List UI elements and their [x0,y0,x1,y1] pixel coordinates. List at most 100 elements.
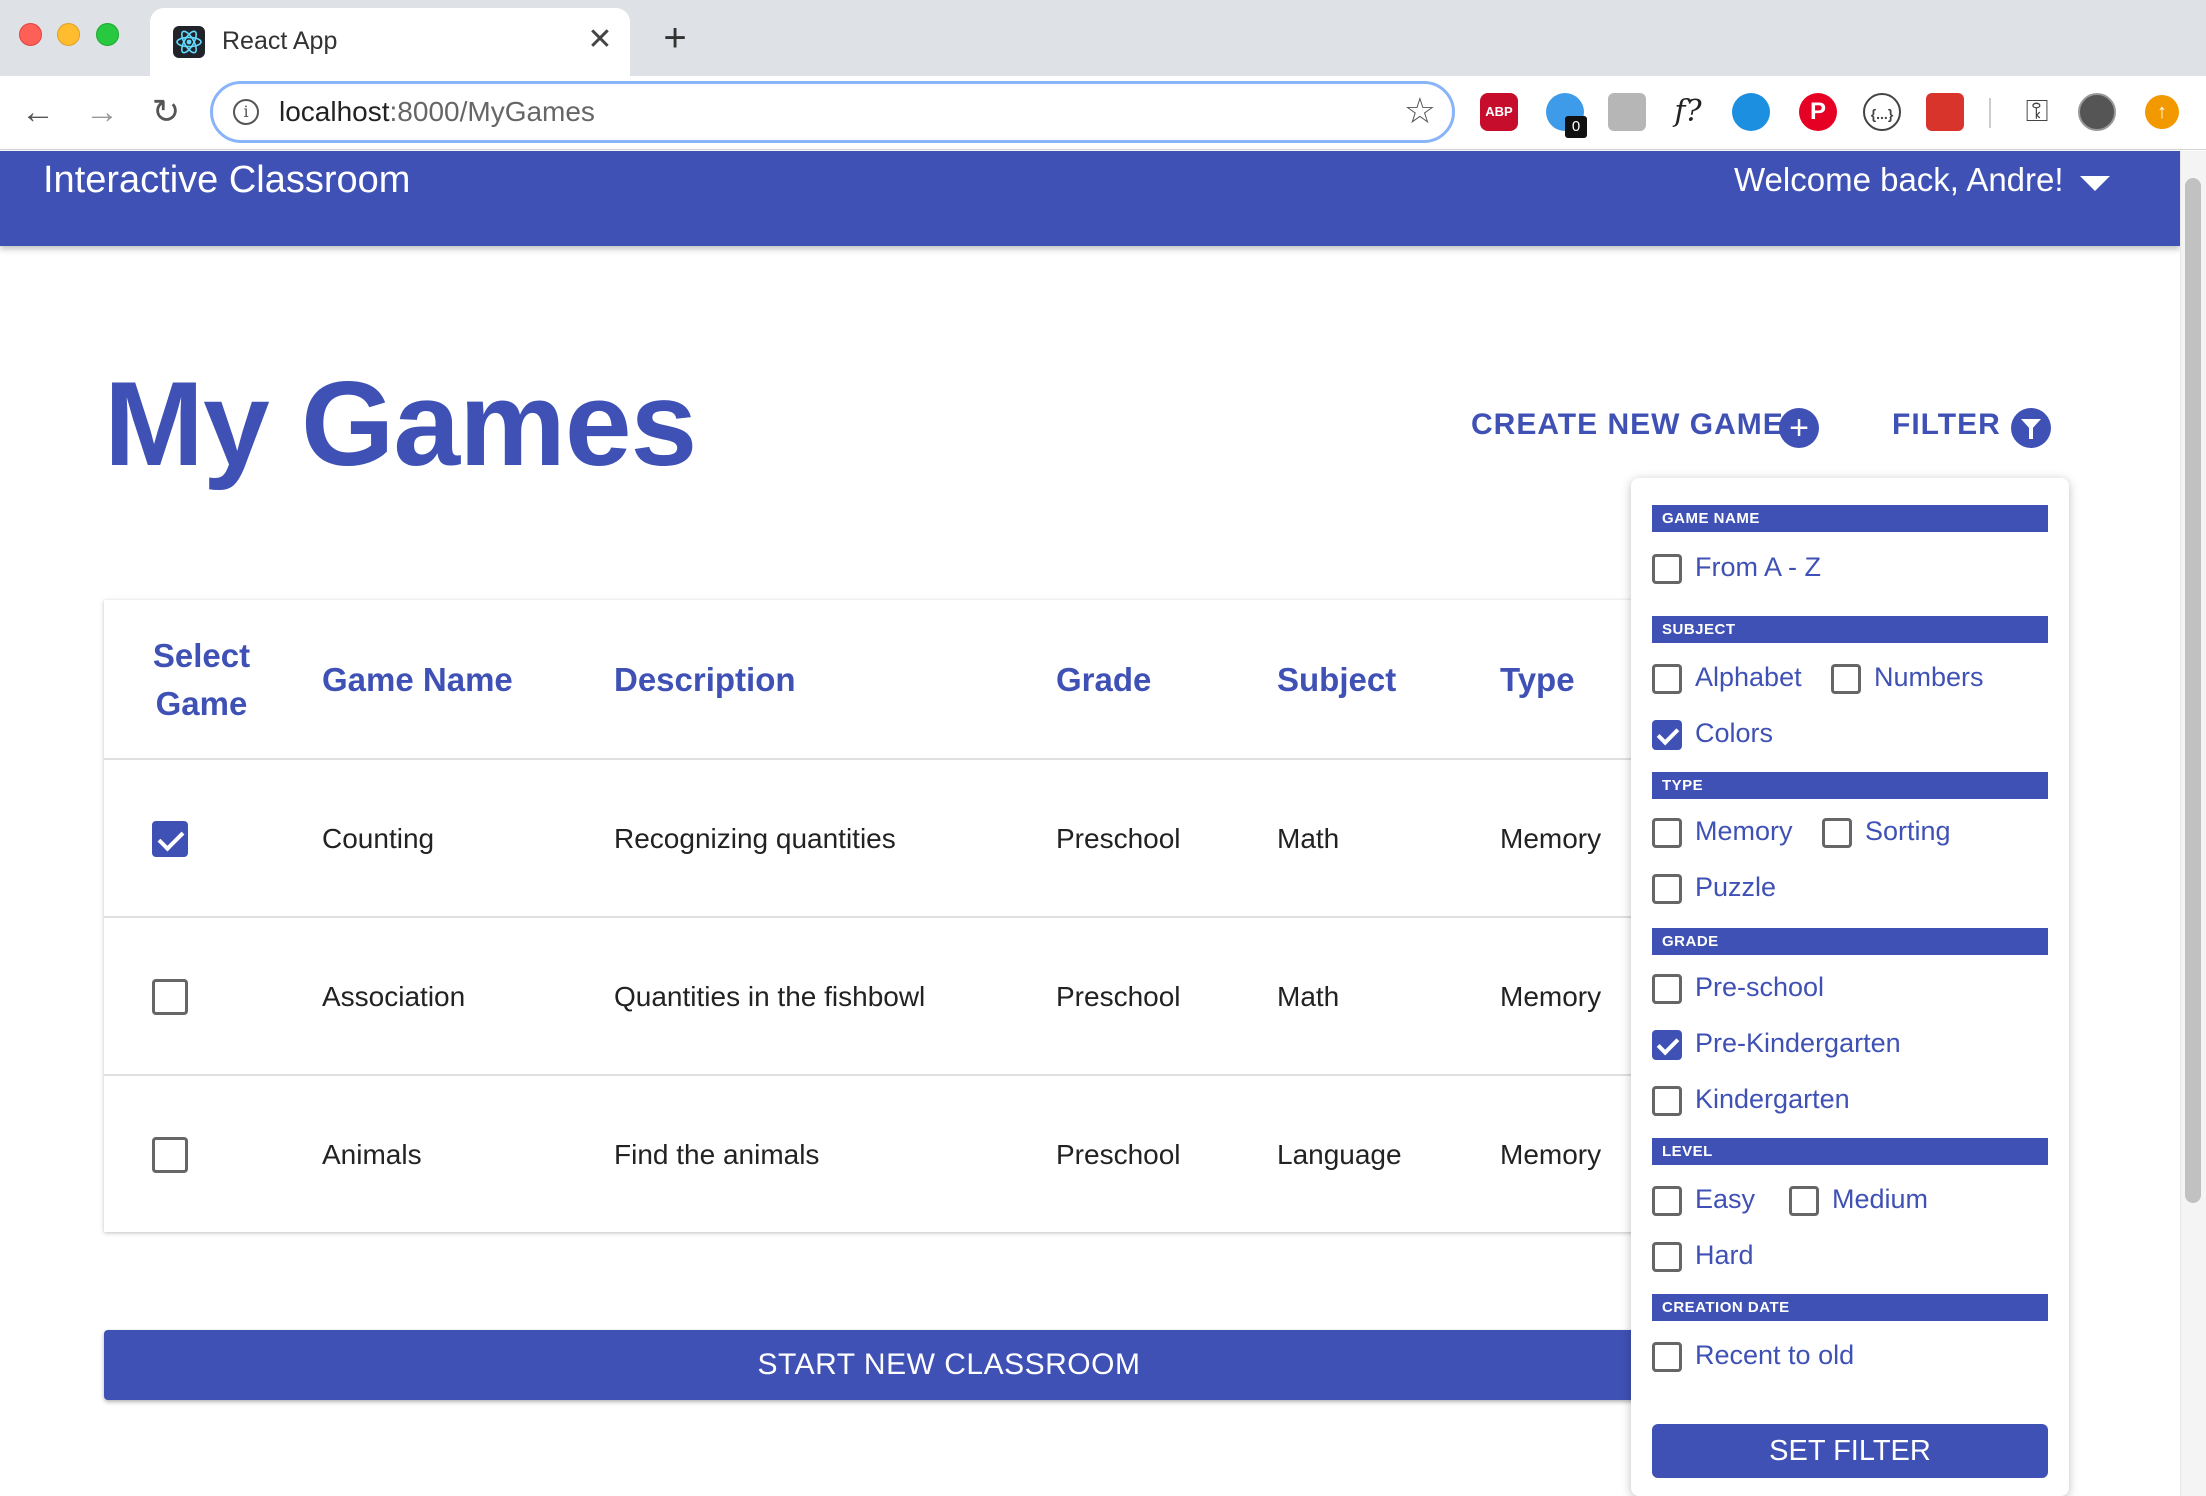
table-row[interactable]: Animals Find the animals Preschool Langu… [104,1074,1794,1232]
browser-tab-strip: React App ✕ + [0,0,2206,76]
filter-checkbox[interactable] [1652,664,1682,694]
tab-title: React App [222,27,338,55]
scrollbar-thumb[interactable] [2185,178,2201,1203]
filter-panel: GAME NAME From A - Z SUBJECT Alphabet Nu… [1631,478,2069,1496]
filter-checkbox[interactable] [1652,720,1682,750]
header-type: Type [1500,661,1575,698]
filter-section-creation-date: CREATION DATE [1652,1294,2048,1321]
subject-cell: Math [1277,823,1340,854]
header-select-game: Select Game [152,637,251,722]
code-extension-icon[interactable]: {...} [1863,93,1901,131]
set-filter-button[interactable]: SET FILTER [1652,1424,2048,1478]
adblock-icon[interactable]: ABP [1480,93,1518,131]
header-subject: Subject [1277,661,1397,698]
page-title: My Games [104,357,697,491]
toolbar-divider [1989,98,1991,128]
address-bar[interactable]: i localhost:8000/MyGames ☆ [210,81,1455,143]
add-circle-icon[interactable]: + [1779,408,1819,448]
filter-option-label[interactable]: Hard [1695,1240,1754,1271]
row-checkbox[interactable] [152,821,188,857]
font-finder-icon[interactable]: f? [1669,93,1707,131]
games-table: Select Game Game Name Description Grade … [104,600,1794,1232]
url-host: localhost [279,96,390,127]
extension-badge: 0 [1565,116,1587,138]
filter-funnel-icon[interactable] [2011,408,2051,448]
close-tab-icon[interactable]: ✕ [582,22,618,58]
filter-checkbox[interactable] [1652,1086,1682,1116]
header-description: Description [614,661,796,698]
filter-option-label[interactable]: Puzzle [1695,872,1776,903]
site-info-icon[interactable]: i [233,99,259,125]
app-title: Interactive Classroom [43,159,411,201]
filter-checkbox[interactable] [1652,1342,1682,1372]
filter-option-label[interactable]: Kindergarten [1695,1084,1850,1115]
filter-checkbox[interactable] [1831,664,1861,694]
game-name-cell: Animals [322,1139,422,1170]
filter-checkbox[interactable] [1652,874,1682,904]
grade-cell: Preschool [1056,823,1181,854]
reload-button[interactable]: ↻ [144,90,188,134]
new-tab-button[interactable]: + [655,18,695,58]
bookmark-star-icon[interactable]: ☆ [1404,90,1436,132]
browser-tab[interactable]: React App ✕ [150,8,630,76]
filter-section-grade: GRADE [1652,928,2048,955]
filter-checkbox[interactable] [1789,1186,1819,1216]
maximize-window-button[interactable] [96,23,119,46]
filter-option-label[interactable]: Memory [1695,816,1793,847]
minimize-window-button[interactable] [57,23,80,46]
profile-avatar[interactable] [2078,93,2116,131]
filter-section-subject: SUBJECT [1652,616,2048,643]
browser-toolbar: ← → ↻ i localhost:8000/MyGames ☆ ABP 0 f… [0,76,2206,150]
key-icon[interactable]: ⚿ [2018,93,2056,131]
filter-section-level: LEVEL [1652,1138,2048,1165]
url-text[interactable]: localhost:8000/MyGames [279,96,595,128]
create-new-game-button[interactable]: CREATE NEW GAME [1471,408,1784,442]
filter-section-type: TYPE [1652,772,2048,799]
filter-option-label[interactable]: Pre-Kindergarten [1695,1028,1901,1059]
grade-cell: Preschool [1056,1139,1181,1170]
row-checkbox[interactable] [152,1137,188,1173]
filter-checkbox[interactable] [1652,554,1682,584]
close-window-button[interactable] [19,23,42,46]
bird-extension-icon[interactable] [1732,93,1770,131]
filter-checkbox[interactable] [1652,818,1682,848]
filter-checkbox[interactable] [1822,818,1852,848]
game-name-cell: Association [322,981,466,1012]
suitcase-extension-icon[interactable] [1608,93,1646,131]
filter-checkbox[interactable] [1652,1186,1682,1216]
back-button[interactable]: ← [16,90,60,134]
dropdown-caret-icon[interactable] [2080,176,2110,191]
welcome-message[interactable]: Welcome back, Andre! [1734,161,2064,199]
start-new-classroom-button[interactable]: START NEW CLASSROOM [104,1330,1794,1400]
subject-cell: Language [1277,1139,1402,1170]
url-path: :8000/MyGames [389,96,595,127]
table-row[interactable]: Association Quantities in the fishbowl P… [104,916,1794,1074]
description-cell: Recognizing quantities [614,823,896,854]
table-row[interactable]: Counting Recognizing quantities Preschoo… [104,758,1794,916]
filter-option-label[interactable]: Recent to old [1695,1340,1854,1371]
filter-option-label[interactable]: Medium [1832,1184,1928,1215]
type-cell: Memory [1500,981,1602,1012]
header-grade: Grade [1056,661,1152,698]
update-icon[interactable]: ↑ [2145,95,2179,129]
filter-option-label[interactable]: Colors [1695,718,1773,749]
red-extension-icon[interactable] [1926,93,1964,131]
filter-option-label[interactable]: Pre-school [1695,972,1824,1003]
filter-checkbox[interactable] [1652,974,1682,1004]
filter-checkbox[interactable] [1652,1242,1682,1272]
pinterest-icon[interactable]: P [1799,93,1837,131]
forward-button[interactable]: → [80,90,124,134]
type-cell: Memory [1500,1139,1602,1170]
type-cell: Memory [1500,823,1602,854]
filter-option-label[interactable]: Easy [1695,1184,1755,1215]
filter-option-label[interactable]: Numbers [1874,662,1984,693]
game-name-cell: Counting [322,823,435,854]
filter-option-label[interactable]: Alphabet [1695,662,1802,693]
filter-button[interactable]: FILTER [1892,408,2001,442]
row-checkbox[interactable] [152,979,188,1015]
filter-checkbox[interactable] [1652,1030,1682,1060]
filter-option-label[interactable]: From A - Z [1695,552,1821,583]
react-icon [173,26,205,58]
subject-cell: Math [1277,981,1340,1012]
filter-option-label[interactable]: Sorting [1865,816,1951,847]
